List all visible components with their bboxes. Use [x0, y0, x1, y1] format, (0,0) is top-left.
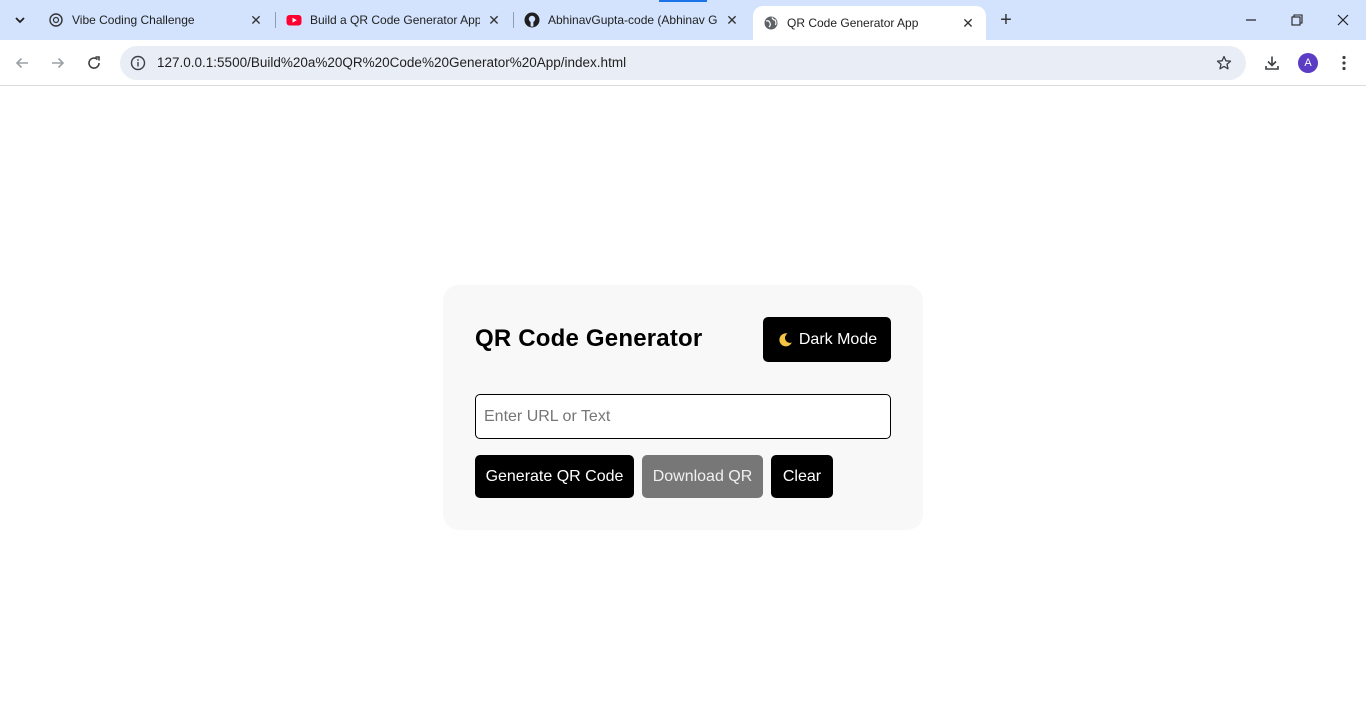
moon-icon [779, 332, 792, 346]
dark-mode-button[interactable]: Dark Mode [763, 317, 891, 362]
tab-title: Vibe Coding Challenge [72, 13, 195, 27]
minimize-icon [1246, 19, 1256, 21]
clear-button[interactable]: Clear [771, 455, 833, 498]
more-vertical-icon [1342, 55, 1346, 71]
qr-generator-card: QR Code Generator Dark Mode Generate QR … [443, 285, 923, 530]
youtube-icon [286, 12, 302, 28]
forward-button[interactable] [42, 47, 74, 79]
browser-menu-button[interactable] [1332, 49, 1356, 77]
minimize-button[interactable] [1228, 0, 1274, 40]
url-text[interactable]: 127.0.0.1:5500/Build%20a%20QR%20Code%20G… [157, 55, 626, 70]
tab-strip: Vibe Coding Challenge ✕ Build a QR Code … [0, 0, 1366, 40]
tab-qr-code-app[interactable]: QR Code Generator App ✕ [753, 6, 986, 40]
arrow-left-icon [15, 57, 28, 69]
close-icon[interactable]: ✕ [960, 15, 976, 31]
download-icon [1265, 56, 1279, 70]
arrow-right-icon [52, 57, 65, 69]
close-icon[interactable]: ✕ [724, 12, 740, 28]
tab-search-button[interactable] [8, 8, 32, 32]
close-icon [1337, 14, 1349, 26]
url-text-input[interactable] [475, 394, 891, 439]
tab-loading-indicator [659, 0, 707, 2]
close-icon[interactable]: ✕ [486, 12, 502, 28]
dark-mode-label: Dark Mode [798, 330, 878, 348]
new-tab-button[interactable]: + [994, 8, 1018, 32]
address-bar[interactable]: 127.0.0.1:5500/Build%20a%20QR%20Code%20G… [120, 46, 1246, 80]
restore-button[interactable] [1274, 0, 1320, 40]
profile-avatar[interactable]: A [1298, 53, 1318, 73]
download-qr-button[interactable]: Download QR [642, 455, 763, 498]
downloads-button[interactable] [1258, 49, 1286, 77]
tab-vibe-coding[interactable]: Vibe Coding Challenge ✕ [38, 6, 274, 34]
site-info-button[interactable] [126, 51, 150, 75]
openai-icon [48, 12, 64, 28]
bookmark-button[interactable] [1214, 53, 1234, 73]
tab-title: Build a QR Code Generator App [310, 13, 480, 27]
star-icon [1216, 55, 1232, 70]
tab-github[interactable]: AbhinavGupta-code (Abhinav G ✕ [514, 6, 750, 34]
generate-qr-button[interactable]: Generate QR Code [475, 455, 634, 498]
globe-icon [763, 15, 779, 31]
reload-button[interactable] [78, 47, 110, 79]
back-button[interactable] [6, 47, 38, 79]
reload-icon [88, 56, 100, 69]
github-icon [524, 12, 540, 28]
chevron-down-icon [15, 17, 25, 24]
close-window-button[interactable] [1320, 0, 1366, 40]
tab-youtube[interactable]: Build a QR Code Generator App ✕ [276, 6, 512, 34]
page-title: QR Code Generator [475, 325, 703, 352]
tab-title: QR Code Generator App [787, 16, 919, 30]
tab-title: AbhinavGupta-code (Abhinav G [548, 13, 718, 27]
info-icon [130, 55, 146, 71]
restore-icon [1291, 14, 1303, 26]
browser-toolbar: 127.0.0.1:5500/Build%20a%20QR%20Code%20G… [0, 40, 1366, 86]
close-icon[interactable]: ✕ [248, 12, 264, 28]
